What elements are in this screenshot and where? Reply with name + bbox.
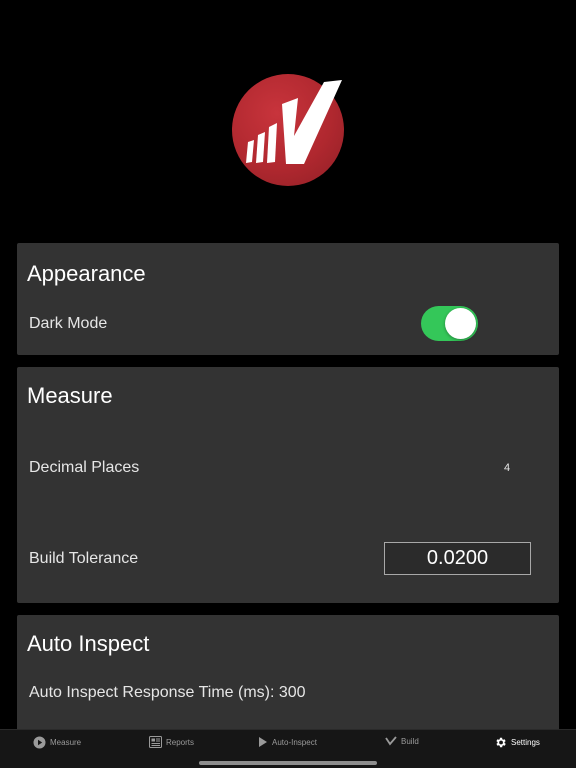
- auto-inspect-response-time: Auto Inspect Response Time (ms): 300: [29, 684, 306, 701]
- auto-inspect-card: Auto Inspect Auto Inspect Response Time …: [17, 615, 559, 735]
- decimal-places-label: Decimal Places: [29, 459, 140, 476]
- checkmark-icon: [385, 736, 397, 746]
- build-tolerance-input[interactable]: [384, 542, 531, 575]
- home-indicator: [199, 761, 377, 765]
- measure-title: Measure: [27, 383, 113, 408]
- appearance-card: Appearance Dark Mode: [17, 243, 559, 355]
- dark-mode-label: Dark Mode: [29, 315, 108, 332]
- tab-auto-inspect[interactable]: Auto-Inspect: [258, 736, 317, 748]
- tab-build[interactable]: Build: [385, 736, 419, 746]
- tab-auto-inspect-label: Auto-Inspect: [272, 737, 317, 747]
- toggle-knob: [445, 308, 476, 339]
- tab-measure-label: Measure: [50, 738, 82, 747]
- dark-mode-toggle[interactable]: [421, 306, 478, 341]
- appearance-title: Appearance: [27, 261, 146, 286]
- logo-mark-icon: [246, 80, 342, 164]
- build-tolerance-label: Build Tolerance: [29, 550, 139, 567]
- newspaper-icon: [149, 736, 162, 748]
- gear-icon: [496, 737, 506, 748]
- tab-settings-label: Settings: [511, 738, 540, 747]
- tab-settings[interactable]: Settings: [494, 736, 540, 749]
- tab-reports-label: Reports: [166, 737, 195, 747]
- tab-build-label: Build: [401, 736, 419, 746]
- play-circle-icon: [33, 736, 46, 749]
- decimal-places-value[interactable]: 4: [504, 462, 510, 474]
- measure-card: Measure Decimal Places 4 Build Tolerance: [17, 367, 559, 603]
- app-logo: [232, 74, 344, 186]
- auto-inspect-title: Auto Inspect: [27, 631, 150, 656]
- play-triangle-icon: [259, 737, 267, 747]
- tab-reports[interactable]: Reports: [149, 736, 194, 748]
- tab-measure[interactable]: Measure: [33, 736, 81, 749]
